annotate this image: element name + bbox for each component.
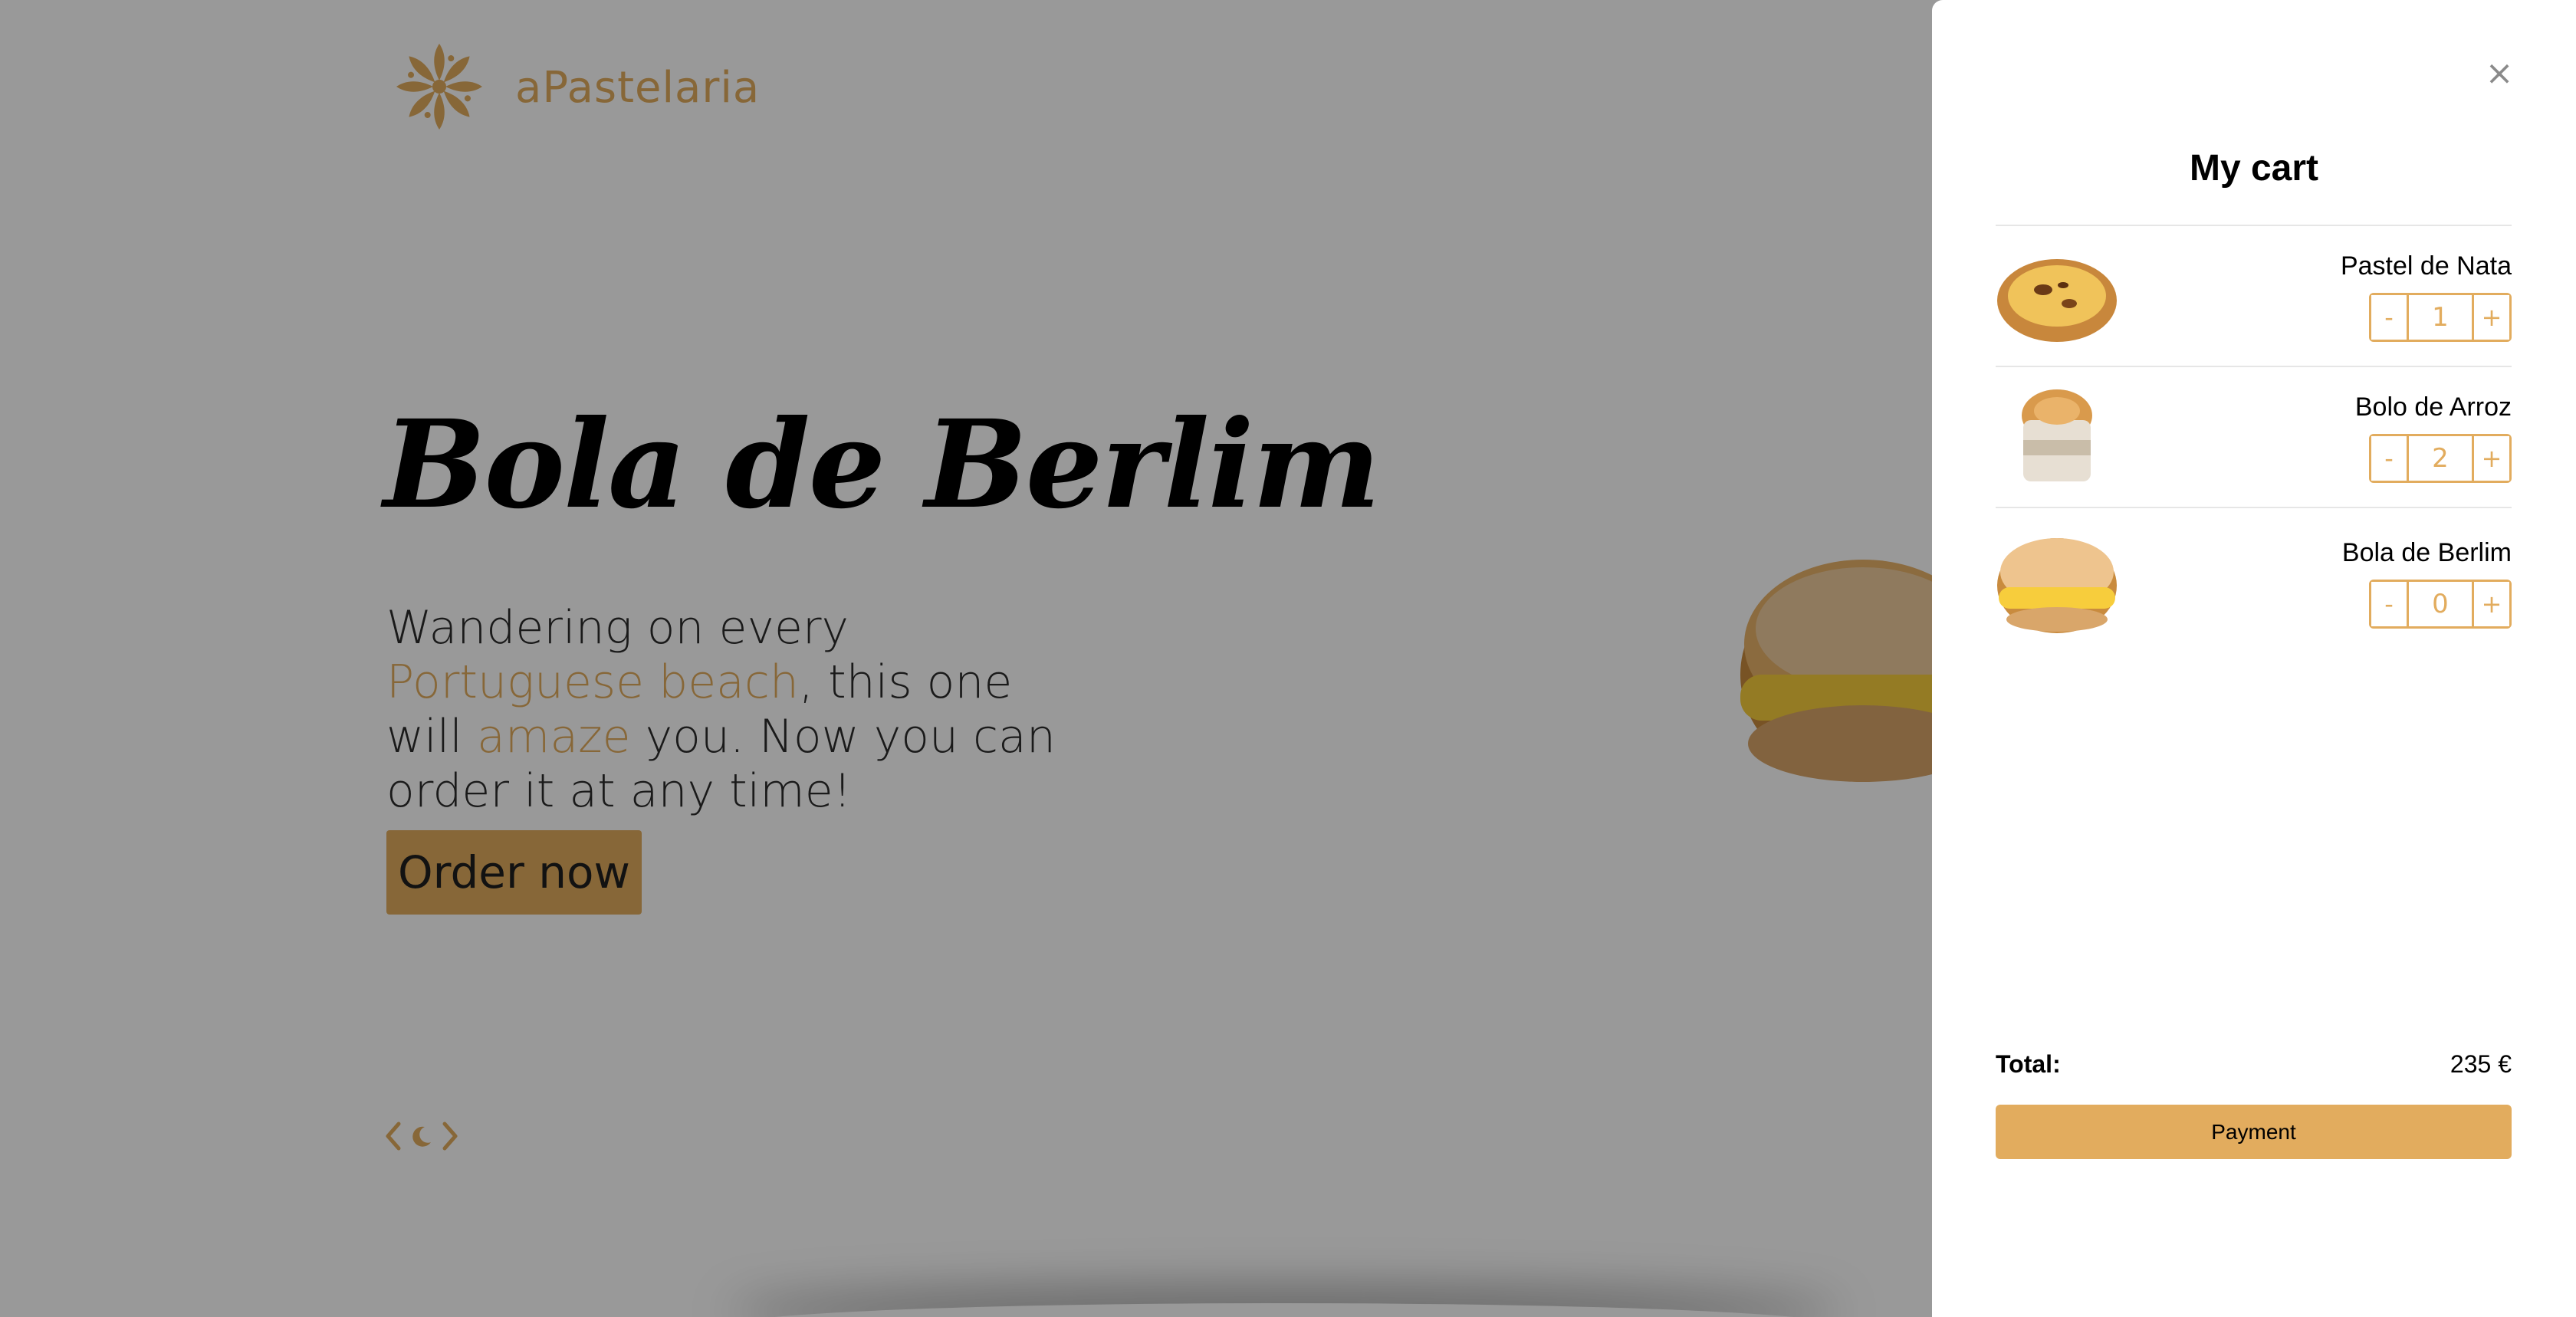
quantity-stepper: - + — [2369, 580, 2512, 629]
pastel-de-nata-thumbnail — [1996, 242, 2118, 350]
payment-button[interactable]: Payment — [1996, 1105, 2512, 1159]
decrease-button[interactable]: - — [2371, 582, 2407, 626]
total-label: Total: — [1996, 1050, 2061, 1078]
cart-item: Bola de Berlim - + — [1996, 512, 2512, 653]
quantity-stepper: - + — [2369, 434, 2512, 483]
increase-button[interactable]: + — [2474, 295, 2509, 340]
increase-button[interactable]: + — [2474, 582, 2509, 626]
cart-item-name: Pastel de Nata — [2340, 251, 2512, 281]
bola-de-berlim-thumbnail — [1996, 529, 2118, 636]
quantity-input[interactable] — [2407, 436, 2474, 481]
quantity-input[interactable] — [2407, 295, 2474, 340]
decrease-button[interactable]: - — [2371, 295, 2407, 340]
cart-item-name: Bolo de Arroz — [2354, 392, 2512, 422]
decrease-button[interactable]: - — [2371, 436, 2407, 481]
quantity-stepper: - + — [2369, 293, 2512, 342]
increase-button[interactable]: + — [2474, 436, 2509, 481]
close-icon[interactable]: × — [2481, 55, 2518, 92]
total-value: 235 € — [2450, 1050, 2512, 1078]
cart-item-name: Bola de Berlim — [2341, 538, 2512, 567]
cart-item: Bolo de Arroz - + — [1996, 366, 2512, 507]
cart-item: Pastel de Nata - + — [1996, 225, 2512, 366]
cart-divider — [1996, 507, 2512, 508]
cart-title: My cart — [2189, 148, 2319, 189]
quantity-input[interactable] — [2407, 582, 2474, 626]
bolo-de-arroz-thumbnail — [1996, 383, 2118, 491]
